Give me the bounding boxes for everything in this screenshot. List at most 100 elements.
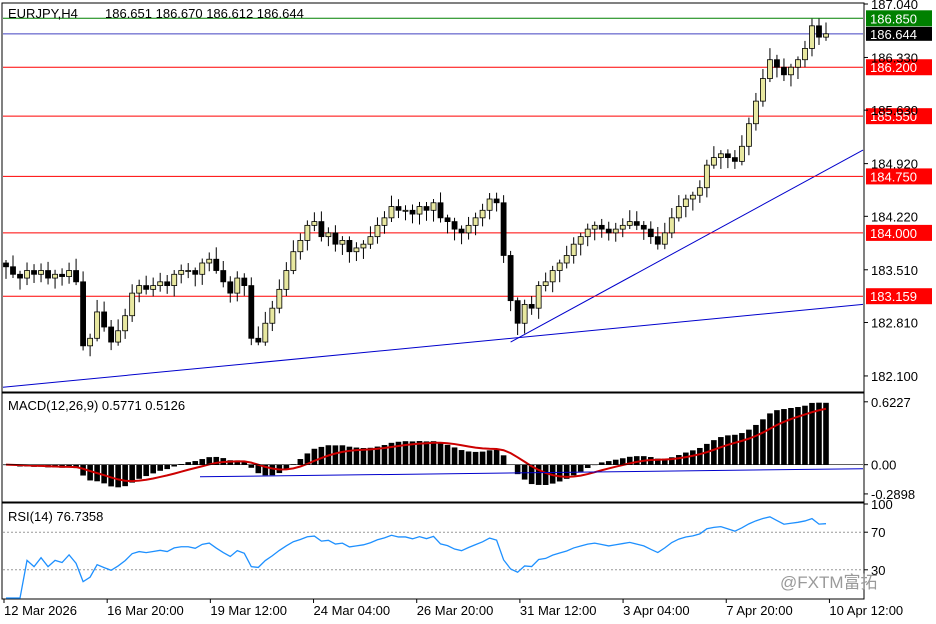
candle-body — [248, 285, 255, 339]
candle-body — [731, 157, 738, 162]
macd-histogram-bar — [823, 402, 829, 465]
candle-body — [577, 236, 584, 245]
candle-body — [584, 228, 591, 238]
macd-histogram-bar — [521, 464, 528, 480]
macd-histogram-bar — [157, 464, 163, 471]
candle-body — [101, 311, 108, 328]
macd-histogram-bar — [479, 451, 486, 465]
candle-body — [206, 258, 213, 264]
macd-histogram-bar — [430, 441, 437, 465]
candle-body — [724, 153, 731, 158]
candle-body — [493, 198, 500, 204]
level-label: 183.159 — [870, 289, 917, 304]
macd-histogram-bar — [683, 452, 689, 465]
candle-body — [45, 270, 51, 279]
macd-histogram-bar — [423, 441, 430, 465]
candle-body — [767, 59, 773, 79]
candle-body — [199, 262, 206, 275]
candle-body — [507, 255, 514, 302]
rsi-panel — [3, 516, 863, 599]
candle-body — [535, 285, 542, 309]
candle-body — [514, 300, 521, 324]
candle-body — [388, 206, 395, 219]
candle-body — [59, 273, 65, 277]
rsi-tick-label: 70 — [871, 525, 885, 540]
macd-histogram-bar — [297, 459, 304, 465]
macd-histogram-bar — [346, 446, 353, 465]
macd-histogram-bar — [465, 451, 472, 465]
macd-histogram-bar — [605, 461, 612, 465]
macd-histogram-bar — [115, 464, 121, 488]
trendline-short — [510, 149, 864, 343]
candle-body — [521, 304, 528, 324]
candle-body — [703, 164, 710, 189]
candle-body — [479, 209, 486, 219]
candle-body — [781, 66, 787, 76]
macd-tick-label: 0.6227 — [871, 395, 911, 410]
macd-histogram-bar — [732, 434, 738, 465]
macd-histogram-bar — [598, 462, 605, 465]
candle-body — [423, 206, 430, 211]
candle-body — [416, 206, 423, 215]
macd-histogram-bar — [493, 449, 500, 465]
candle-body — [788, 66, 794, 76]
candle-body — [437, 202, 444, 219]
candle-body — [668, 217, 675, 234]
candle-body — [108, 326, 115, 343]
candle-body — [332, 232, 339, 245]
candle-body — [570, 243, 577, 256]
macd-histogram-bar — [767, 413, 773, 465]
price-tick-label: 184.220 — [871, 209, 918, 224]
candle-body — [52, 273, 58, 279]
candle-body — [262, 322, 269, 343]
macd-histogram-bar — [697, 447, 703, 465]
candle-body — [185, 270, 192, 272]
candle-body — [654, 236, 661, 245]
candle-body — [66, 270, 72, 277]
price-panel — [2, 17, 864, 388]
candle-body — [115, 330, 122, 343]
candle-body — [220, 270, 227, 283]
candle-body — [633, 221, 640, 226]
rsi-panel-frame — [1, 502, 865, 600]
macd-histogram-bar — [718, 437, 724, 465]
candle-body — [444, 217, 451, 222]
macd-histogram-bar — [185, 462, 192, 465]
candle-body — [549, 270, 556, 283]
candle-body — [311, 221, 318, 226]
macd-histogram-bar — [584, 464, 591, 469]
candle-body — [598, 224, 605, 230]
candle-body — [823, 33, 829, 38]
candle-body — [360, 243, 367, 249]
macd-histogram-bar — [739, 433, 745, 465]
candle-body — [542, 281, 549, 286]
candle-body — [73, 270, 79, 283]
candle-body — [31, 270, 37, 275]
candle-body — [381, 217, 388, 226]
candle-body — [753, 100, 759, 125]
candle-body — [774, 59, 780, 68]
macd-label: MACD(12,26,9) 0.5771 0.5126 — [8, 398, 185, 413]
macd-histogram-bar — [248, 464, 255, 468]
candle-body — [612, 228, 619, 234]
candle-body — [3, 262, 9, 268]
macd-histogram-bar — [318, 446, 325, 465]
candle-body — [10, 266, 16, 275]
time-tick-label: 12 Mar 2026 — [4, 603, 77, 618]
candle-body — [164, 281, 171, 286]
candle-body — [374, 224, 381, 238]
macd-histogram-bar — [542, 464, 549, 485]
candle-body — [500, 202, 507, 256]
candle-body — [24, 270, 30, 279]
candle-body — [556, 262, 563, 271]
candle-body — [241, 277, 248, 286]
candle-body — [143, 285, 150, 290]
time-tick-label: 24 Mar 04:00 — [314, 603, 391, 618]
candle-body — [367, 236, 374, 245]
candle-body — [472, 217, 479, 226]
macd-histogram-bar — [746, 429, 752, 465]
candle-body — [696, 187, 703, 196]
level-label: 184.000 — [870, 226, 917, 241]
time-tick-label: 26 Mar 20:00 — [417, 603, 494, 618]
candle-body — [87, 337, 94, 347]
